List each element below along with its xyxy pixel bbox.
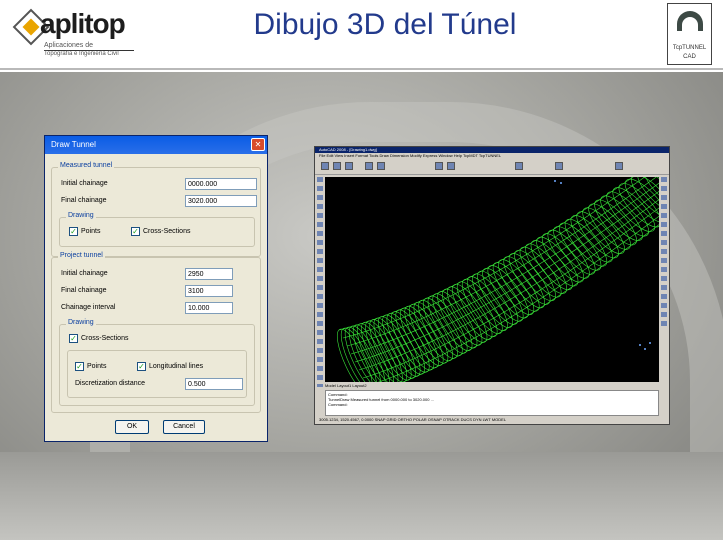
discretization-label: Discretization distance (75, 380, 146, 387)
longitudinal-line (358, 199, 659, 371)
cancel-button[interactable]: Cancel (163, 420, 205, 434)
toolbar-icon[interactable] (615, 162, 623, 170)
group-legend: Drawing (66, 212, 96, 219)
slide-header: aplitop Aplicaciones de Topografía e Ing… (0, 0, 723, 70)
group-legend: Project tunnel (58, 252, 105, 259)
measured-cross-checkbox[interactable]: ✓ (131, 227, 140, 236)
toolbar-icon[interactable] (555, 162, 563, 170)
tcptunnel-badge: TcpTUNNEL CAD (667, 3, 712, 65)
project-final-label: Final chainage (61, 287, 107, 294)
cad-application-window: AutoCAD 2008 - [Drawing1.dwg] File Edit … (314, 146, 670, 425)
project-final-input[interactable]: 3100 (185, 285, 233, 297)
group-legend: Drawing (66, 319, 96, 326)
longitudinal-label: Longitudinal lines (149, 363, 204, 370)
measured-initial-input[interactable]: 0000.000 (185, 178, 257, 190)
tunnel-arch-icon (677, 11, 703, 31)
cad-layout-tabs[interactable]: Model Layout1 Layout2 (325, 383, 659, 389)
ok-button[interactable]: OK (115, 420, 149, 434)
logo-name: aplitop (40, 8, 126, 39)
chainage-interval-input[interactable]: 10.000 (185, 302, 233, 314)
measured-cross-label: Cross-Sections (143, 228, 191, 235)
group-legend: Measured tunnel (58, 162, 115, 169)
toolbar-icon[interactable] (515, 162, 523, 170)
toolbar-icon[interactable] (447, 162, 455, 170)
project-points-checkbox[interactable]: ✓ (75, 362, 84, 371)
project-points-label: Points (87, 363, 107, 370)
toolbar-icon[interactable] (435, 162, 443, 170)
close-button[interactable]: ✕ (251, 138, 265, 151)
longitudinal-checkbox[interactable]: ✓ (137, 362, 146, 371)
measured-points-checkbox[interactable]: ✓ (69, 227, 78, 236)
aplitop-logo: aplitop Aplicaciones de Topografía e Ing… (12, 8, 154, 62)
cad-toolbar (315, 159, 669, 175)
measured-final-input[interactable]: 3020.000 (185, 195, 257, 207)
chainage-interval-label: Chainage interval (61, 304, 116, 311)
project-cross-checkbox[interactable]: ✓ (69, 334, 78, 343)
dialog-titlebar[interactable]: Draw Tunnel ✕ (45, 136, 267, 154)
dialog-title: Draw Tunnel (51, 140, 96, 149)
project-initial-input[interactable]: 2950 (185, 268, 233, 280)
cmd-line-3: Command: (328, 402, 348, 407)
measured-initial-label: Initial chainage (61, 180, 108, 187)
project-initial-label: Initial chainage (61, 270, 108, 277)
toolbar-icon[interactable] (365, 162, 373, 170)
toolbar-icon[interactable] (321, 162, 329, 170)
cad-right-toolbar[interactable] (661, 177, 667, 327)
cad-left-toolbar[interactable] (317, 177, 323, 387)
longitudinal-line (338, 177, 634, 331)
toolbar-icon[interactable] (345, 162, 353, 170)
slide-title: Dibujo 3D del Túnel (253, 8, 517, 41)
longitudinal-line (346, 177, 657, 347)
tunnel-wireframe (336, 177, 659, 382)
draw-tunnel-dialog: Draw Tunnel ✕ Measured tunnel Initial ch… (44, 135, 268, 442)
cross-section-ring (336, 328, 374, 382)
measured-final-label: Final chainage (61, 197, 107, 204)
logo-subtitle-1: Aplicaciones de (44, 42, 94, 49)
discretization-input[interactable]: 0.500 (185, 378, 243, 390)
project-cross-label: Cross-Sections (81, 335, 129, 342)
badge-line-1: TcpTUNNEL (672, 45, 707, 51)
badge-line-2: CAD (683, 54, 696, 60)
toolbar-icon[interactable] (377, 162, 385, 170)
cad-command-line[interactable]: Command: TunnelDraw Measured tunnel from… (325, 390, 659, 416)
logo-subtitle-2: Topografía e Ingeniería Civil (44, 51, 119, 57)
survey-points (554, 180, 651, 350)
cad-statusbar: 3005.1234, 1520.4567, 0.0000 SNAP GRID O… (319, 417, 507, 422)
cross-sections-subgroup (67, 350, 247, 398)
toolbar-icon[interactable] (333, 162, 341, 170)
cad-drawing-canvas[interactable] (325, 177, 659, 382)
measured-points-label: Points (81, 228, 101, 235)
